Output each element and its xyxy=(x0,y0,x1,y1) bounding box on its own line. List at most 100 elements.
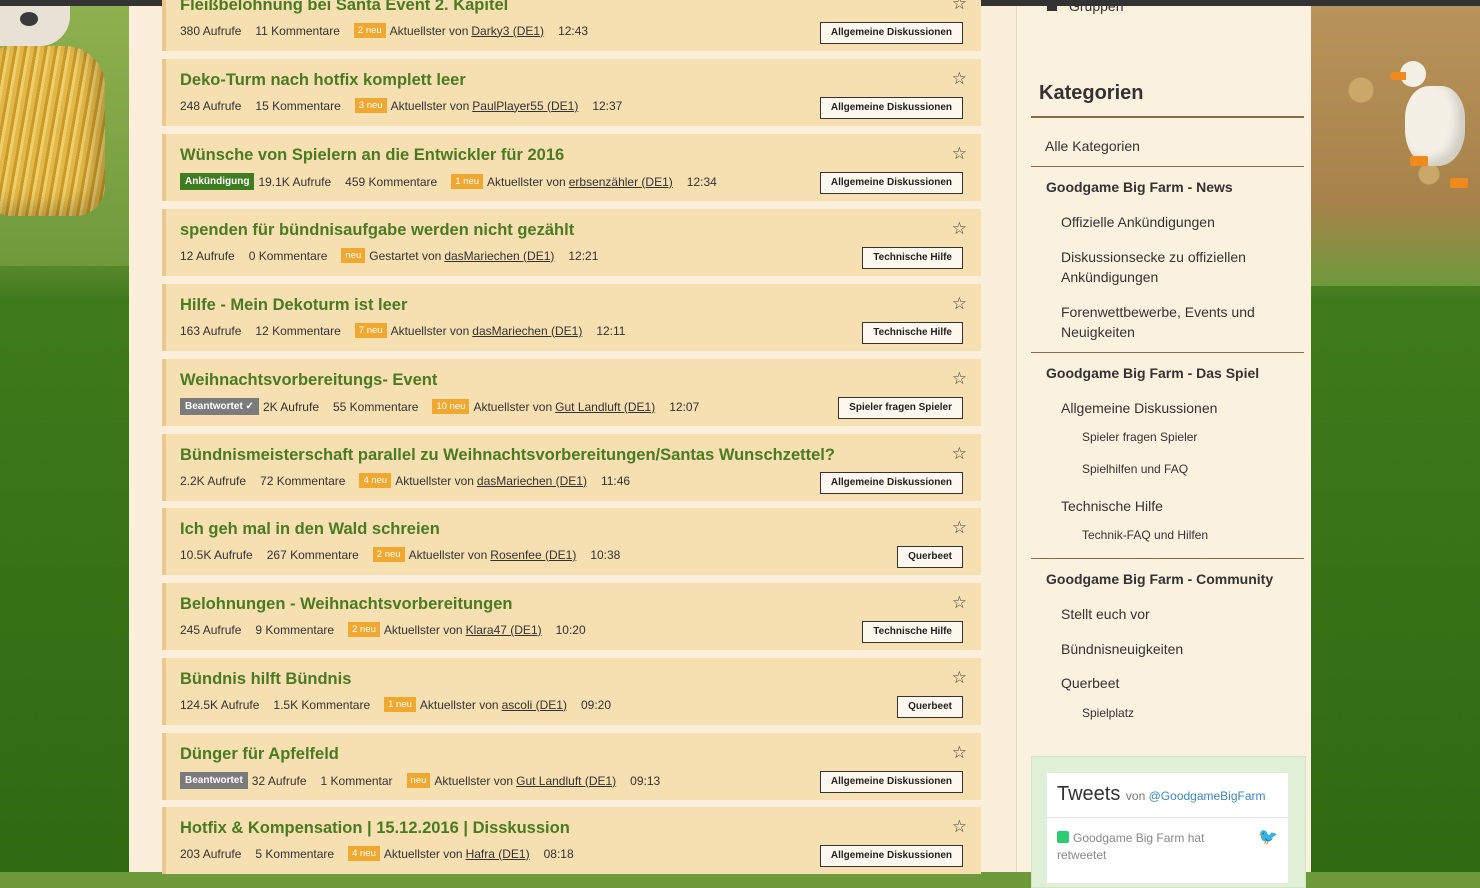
twitter-handle-link[interactable]: @GoodgameBigFarm xyxy=(1149,789,1266,803)
category-tag-button[interactable]: Technische Hilfe xyxy=(862,322,963,344)
user-link[interactable]: Klara47 (DE1) xyxy=(466,623,542,637)
category-alle[interactable]: Alle Kategorien xyxy=(1045,136,1140,156)
topic-row[interactable]: Hotfix & Kompensation | 15.12.2016 | Dis… xyxy=(162,807,981,874)
topic-row[interactable]: Bündnismeisterschaft parallel zu Weihnac… xyxy=(162,434,981,501)
category-querbeet[interactable]: Querbeet xyxy=(1061,673,1119,693)
category-tag-button[interactable]: Spieler fragen Spieler xyxy=(838,397,963,419)
category-community-header[interactable]: Goodgame Big Farm - Community xyxy=(1046,569,1273,589)
topic-row[interactable]: Weihnachtsvorbereitungs- Event ☆ Beantwort… xyxy=(162,359,981,426)
bookmark-star-icon[interactable]: ☆ xyxy=(952,593,967,613)
user-link[interactable]: Hafra (DE1) xyxy=(466,847,530,861)
topic-title-link[interactable]: Bündnis hilft Bündnis xyxy=(180,670,351,689)
bookmark-star-icon[interactable]: ☆ xyxy=(952,518,967,538)
topic-title-link[interactable]: Belohnungen - Weihnachtsvorbereitungen xyxy=(180,595,512,614)
last-activity-label: Gestartet von xyxy=(369,248,442,263)
bookmark-star-icon[interactable]: ☆ xyxy=(952,219,967,239)
category-tag-button[interactable]: Allgemeine Diskussionen xyxy=(819,845,963,867)
category-tag-button[interactable]: Querbeet xyxy=(897,546,963,568)
topic-row[interactable]: Bündnis hilft Bündnis ☆ 124.5K Aufrufe 1.5K… xyxy=(162,658,981,725)
new-badge[interactable]: 4 neu xyxy=(348,846,380,861)
category-allgemeine-diskussionen[interactable]: Allgemeine Diskussionen xyxy=(1061,398,1217,418)
bookmark-star-icon[interactable]: ☆ xyxy=(952,743,967,763)
topic-title-link[interactable]: Wünsche von Spielern an die Entwickler f… xyxy=(180,146,564,165)
category-technische-hilfe[interactable]: Technische Hilfe xyxy=(1061,496,1163,516)
topic-row[interactable]: Dünger für Apfelfeld ☆ Beantwortet 32 Aufru… xyxy=(162,733,981,800)
topic-title-link[interactable]: Hotfix & Kompensation | 15.12.2016 | Dis… xyxy=(180,819,570,838)
views-count: 12 Aufrufe xyxy=(180,248,235,263)
topic-title-link[interactable]: Dünger für Apfelfeld xyxy=(180,745,339,764)
bookmark-star-icon[interactable]: ☆ xyxy=(952,444,967,464)
topic-row[interactable]: Fleißbelohnung bei Santa Event 2. Kapite… xyxy=(162,0,981,51)
new-badge[interactable]: 10 neu xyxy=(432,399,470,414)
topic-row[interactable]: Wünsche von Spielern an die Entwickler f… xyxy=(162,134,981,201)
timestamp: 12:07 xyxy=(669,399,700,414)
new-badge[interactable]: 2 neu xyxy=(348,622,380,637)
user-link[interactable]: Gut Landluft (DE1) xyxy=(555,400,655,414)
category-news-header[interactable]: Goodgame Big Farm - News xyxy=(1046,177,1233,197)
category-spieler-fragen-spieler[interactable]: Spieler fragen Spieler xyxy=(1082,427,1197,447)
topic-title-link[interactable]: Bündnismeisterschaft parallel zu Weihnac… xyxy=(180,446,835,465)
user-link[interactable]: Darky3 (DE1) xyxy=(471,24,544,38)
bookmark-star-icon[interactable]: ☆ xyxy=(952,144,967,164)
last-activity-label: Aktuellster von xyxy=(389,23,469,38)
new-badge[interactable]: 4 neu xyxy=(359,473,392,488)
new-badge[interactable]: neu xyxy=(406,773,431,788)
twitter-bird-icon[interactable]: 🐦 xyxy=(1258,827,1278,847)
new-badge[interactable]: 7 neu xyxy=(354,323,387,338)
new-badge[interactable]: 1 neu xyxy=(384,697,416,712)
category-forenwettbewerbe[interactable]: Forenwettbewerbe, Events und Neuigkeiten xyxy=(1061,302,1281,342)
sidebar: Gruppen Kategorien Alle Kategorien Goodg… xyxy=(1016,0,1311,888)
status-badge: Ankündigung xyxy=(180,173,255,190)
bookmark-star-icon[interactable]: ☆ xyxy=(952,668,967,688)
bookmark-star-icon[interactable]: ☆ xyxy=(952,294,967,314)
sidebar-groups-link[interactable]: Gruppen xyxy=(1047,0,1123,14)
category-spielhilfen[interactable]: Spielhilfen und FAQ xyxy=(1082,459,1188,479)
category-offizielle-ankuendigungen[interactable]: Offizielle Ankündigungen xyxy=(1061,212,1281,232)
topic-row[interactable]: Ich geh mal in den Wald schreien ☆ 10.5K A… xyxy=(162,508,981,575)
bookmark-star-icon[interactable]: ☆ xyxy=(952,69,967,89)
category-tag-button[interactable]: Querbeet xyxy=(897,696,963,718)
category-tag-button[interactable]: Allgemeine Diskussionen xyxy=(819,771,963,793)
category-tag-button[interactable]: Allgemeine Diskussionen xyxy=(819,472,963,494)
category-diskussionsecke[interactable]: Diskussionsecke zu offiziellen Ankündigu… xyxy=(1061,247,1281,287)
category-tag-button[interactable]: Allgemeine Diskussionen xyxy=(819,22,963,44)
user-link[interactable]: ascoli (DE1) xyxy=(502,698,567,712)
timestamp: 10:38 xyxy=(590,547,621,562)
user-link[interactable]: PaulPlayer55 (DE1) xyxy=(472,99,578,113)
topic-row[interactable]: Deko-Turm nach hotfix komplett leer ☆ 248 … xyxy=(162,59,981,126)
timestamp: 12:34 xyxy=(686,174,717,189)
new-badge[interactable]: 2 neu xyxy=(353,23,386,38)
user-link[interactable]: Gut Landluft (DE1) xyxy=(516,774,616,788)
topic-row[interactable]: spenden für bündnisaufgabe werden nicht … xyxy=(162,209,981,276)
category-technik-faq[interactable]: Technik-FAQ und Hilfen xyxy=(1082,525,1208,545)
new-badge[interactable]: 2 neu xyxy=(372,547,405,562)
bookmark-star-icon[interactable]: ☆ xyxy=(952,817,967,837)
bookmark-star-icon[interactable]: ☆ xyxy=(952,369,967,389)
user-link[interactable]: dasMariechen (DE1) xyxy=(477,474,587,488)
topic-title-link[interactable]: Weihnachtsvorbereitungs- Event xyxy=(180,371,437,390)
new-badge[interactable]: 1 neu xyxy=(451,174,484,189)
user-link[interactable]: Rosenfee (DE1) xyxy=(490,548,576,562)
bookmark-star-icon[interactable]: ☆ xyxy=(952,0,967,14)
user-link[interactable]: erbsenzähler (DE1) xyxy=(569,175,673,189)
user-link[interactable]: dasMariechen (DE1) xyxy=(472,324,582,338)
category-tag-button[interactable]: Allgemeine Diskussionen xyxy=(819,97,963,119)
topic-title-link[interactable]: Deko-Turm nach hotfix komplett leer xyxy=(180,71,466,90)
topic-title-link[interactable]: spenden für bündnisaufgabe werden nicht … xyxy=(180,221,574,240)
category-tag-button[interactable]: Allgemeine Diskussionen xyxy=(819,172,963,194)
category-tag-button[interactable]: Technische Hilfe xyxy=(862,247,963,269)
user-link[interactable]: dasMariechen (DE1) xyxy=(444,249,554,263)
category-spielplatz[interactable]: Spielplatz xyxy=(1082,703,1134,723)
category-spiel-header[interactable]: Goodgame Big Farm - Das Spiel xyxy=(1046,363,1259,383)
new-badge[interactable]: neu xyxy=(341,248,366,263)
topic-title-link[interactable]: Fleißbelohnung bei Santa Event 2. Kapite… xyxy=(180,0,508,15)
topic-title-link[interactable]: Hilfe - Mein Dekoturm ist leer xyxy=(180,296,407,315)
new-badge[interactable]: 3 neu xyxy=(354,98,387,113)
topic-row[interactable]: Belohnungen - Weihnachtsvorbereitungen ☆ 2… xyxy=(162,583,981,650)
topic-title-link[interactable]: Ich geh mal in den Wald schreien xyxy=(180,520,440,539)
category-buendnisneuigkeiten[interactable]: Bündnisneuigkeiten xyxy=(1061,639,1183,659)
category-stellt-euch-vor[interactable]: Stellt euch vor xyxy=(1061,604,1150,624)
category-tag-button[interactable]: Technische Hilfe xyxy=(862,621,963,643)
topic-row[interactable]: Hilfe - Mein Dekoturm ist leer ☆ 163 Aufru… xyxy=(162,284,981,351)
categories-heading: Kategorien xyxy=(1039,82,1144,104)
